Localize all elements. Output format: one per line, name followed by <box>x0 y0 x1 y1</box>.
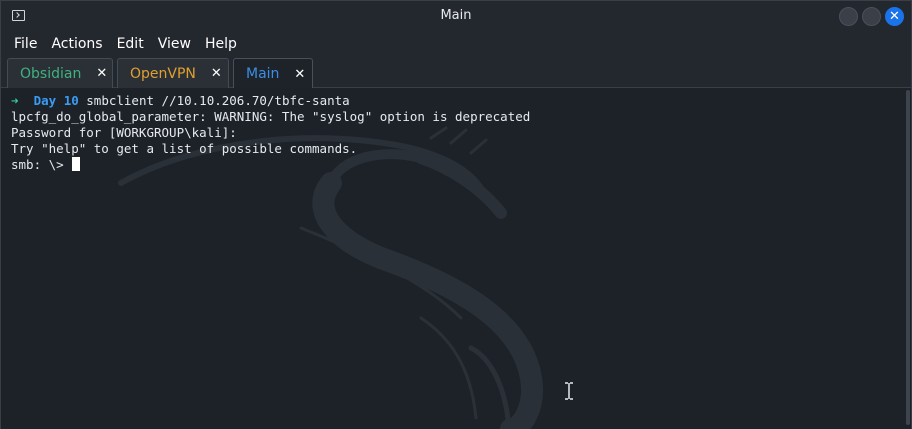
terminal-window: Main ✕ File Actions Edit View Help Obsid… <box>0 0 912 429</box>
menu-actions[interactable]: Actions <box>45 32 108 56</box>
tab-close-icon[interactable]: ✕ <box>96 66 107 81</box>
output-line: Password for [WORKGROUP\kali]: <box>11 125 237 140</box>
tab-main[interactable]: Main ✕ <box>233 58 313 89</box>
prompt-line: ➜ Day 10 smbclient //10.10.206.70/tbfc-s… <box>11 93 530 109</box>
terminal-area[interactable]: ➜ Day 10 smbclient //10.10.206.70/tbfc-s… <box>1 88 911 429</box>
tab-label: OpenVPN <box>130 65 196 82</box>
close-button[interactable]: ✕ <box>885 7 904 26</box>
smb-prompt: smb: \> <box>11 157 72 172</box>
tab-label: Main <box>246 66 280 82</box>
minimize-button[interactable] <box>839 7 858 26</box>
title-bar[interactable]: Main ✕ <box>1 1 911 32</box>
maximize-button[interactable] <box>862 7 881 26</box>
output-line: Try "help" to get a list of possible com… <box>11 141 358 156</box>
menu-file[interactable]: File <box>8 32 43 56</box>
output-line: lpcfg_do_global_parameter: WARNING: The … <box>11 109 531 124</box>
tab-obsidian[interactable]: Obsidian ✕ <box>7 58 113 88</box>
prompt-command: smbclient //10.10.206.70/tbfc-santa <box>86 93 350 108</box>
prompt-arrow-icon: ➜ <box>11 93 19 108</box>
tab-close-icon[interactable]: ✕ <box>211 66 222 81</box>
close-icon: ✕ <box>889 9 900 24</box>
window-title: Main <box>440 8 472 23</box>
menu-edit[interactable]: Edit <box>111 32 150 56</box>
smb-prompt-line[interactable]: smb: \> <box>11 157 530 173</box>
menu-bar: File Actions Edit View Help <box>1 32 911 56</box>
menu-help[interactable]: Help <box>199 32 243 56</box>
menu-view[interactable]: View <box>152 32 197 56</box>
tab-label: Obsidian <box>20 65 82 82</box>
tab-close-icon[interactable]: ✕ <box>294 67 305 82</box>
tab-openvpn[interactable]: OpenVPN ✕ <box>117 58 229 88</box>
mouse-ibeam-cursor-icon <box>565 382 573 400</box>
terminal-output: ➜ Day 10 smbclient //10.10.206.70/tbfc-s… <box>11 93 530 173</box>
tab-bar: Obsidian ✕ OpenVPN ✕ Main ✕ <box>1 56 911 89</box>
prompt-directory: Day 10 <box>33 93 79 108</box>
terminal-scrollbar[interactable] <box>905 88 911 429</box>
text-cursor <box>72 157 81 171</box>
scrollbar-thumb[interactable] <box>906 90 910 425</box>
